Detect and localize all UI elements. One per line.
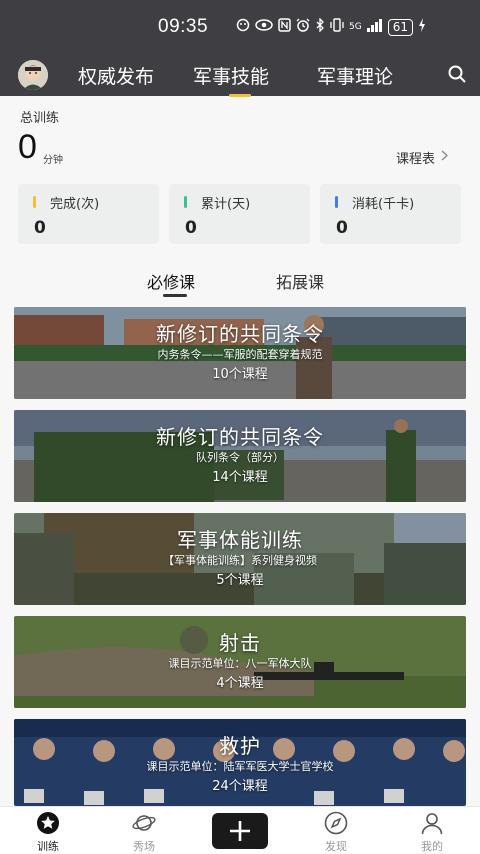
course-subtitle: 课目示范单位：陆军军医大学士官学校 [146, 760, 334, 773]
course-count: 10个课程 [212, 367, 268, 382]
schedule-link[interactable]: 课程表 [396, 148, 448, 167]
top-nav: 权威发布 军事技能 军事理论 [0, 56, 480, 97]
tab-authority-release[interactable]: 权威发布 [78, 62, 154, 89]
vibrate-icon [330, 18, 344, 36]
nav-label: 发现 [325, 840, 347, 853]
course-count: 14个课程 [212, 470, 268, 485]
course-title: 射击 [219, 631, 261, 655]
stat-accent-bar [33, 196, 36, 208]
course-card[interactable]: 射击 课目示范单位：八一军体大队 4个课程 [14, 616, 466, 708]
course-title: 新修订的共同条令 [156, 322, 324, 346]
tab-extended-courses[interactable]: 拓展课 [276, 269, 324, 293]
nav-label: 训练 [37, 840, 59, 853]
bluetooth-icon [315, 17, 325, 36]
battery-indicator: 61 [387, 18, 413, 36]
stat-accent-bar [184, 196, 187, 208]
add-button[interactable] [212, 813, 268, 849]
tab-military-theory[interactable]: 军事理论 [317, 62, 393, 89]
nav-discover[interactable]: 发现 [288, 807, 384, 854]
stat-label: 完成(次) [50, 197, 100, 212]
planet-icon [132, 811, 156, 835]
course-card[interactable]: 军事体能训练 【军事体能训练】系列健身视频 5个课程 [14, 513, 466, 605]
stat-value: 0 [336, 218, 348, 238]
course-card[interactable]: 救护 课目示范单位：陆军军医大学士官学校 24个课程 [14, 719, 466, 806]
wechat-icon [236, 18, 250, 36]
course-subtitle: 队列条令（部分） [196, 451, 284, 464]
course-card[interactable]: 新修订的共同条令 内务条令——军服的配套穿着规范 10个课程 [14, 307, 466, 399]
course-subtitle: 【军事体能训练】系列健身视频 [163, 554, 317, 567]
nav-me[interactable]: 我的 [384, 807, 480, 854]
stat-card-calories: 消耗(千卡) 0 [320, 184, 461, 244]
stat-value: 0 [185, 218, 197, 238]
person-icon [420, 811, 444, 835]
active-tab-indicator [163, 294, 187, 297]
stat-card-completed: 完成(次) 0 [18, 184, 159, 244]
schedule-link-label: 课程表 [396, 152, 436, 167]
course-title: 新修订的共同条令 [156, 425, 324, 449]
alarm-icon [296, 18, 310, 36]
stat-label: 累计(天) [201, 197, 251, 212]
star-circle-icon [36, 811, 60, 835]
avatar[interactable] [18, 60, 48, 90]
eye-icon [255, 19, 273, 35]
total-training-unit: 分钟 [43, 155, 63, 166]
stat-value: 0 [34, 218, 46, 238]
nav-label: 我的 [421, 840, 443, 853]
signal-5g-icon: 5G [349, 21, 362, 32]
nfc-icon [278, 18, 291, 36]
chevron-right-icon [441, 150, 448, 165]
course-count: 5个课程 [216, 573, 264, 588]
course-card[interactable]: 新修订的共同条令 队列条令（部分） 14个课程 [14, 410, 466, 502]
stat-card-cumulative-days: 累计(天) 0 [169, 184, 310, 244]
bottom-nav: 训练 秀场 发现 我的 [0, 806, 480, 854]
nav-training[interactable]: 训练 [0, 807, 96, 854]
clock: 09:35 [158, 16, 209, 37]
tab-required-courses[interactable]: 必修课 [147, 269, 195, 293]
total-training-value: 0 [18, 128, 37, 166]
stat-label: 消耗(千卡) [352, 197, 415, 212]
compass-icon [324, 811, 348, 835]
search-icon[interactable] [448, 65, 466, 83]
charging-icon [418, 18, 426, 36]
nav-label: 秀场 [133, 840, 155, 853]
course-title: 救护 [219, 734, 261, 758]
status-bar: 09:35 5G 61 [0, 0, 480, 56]
tab-military-skills[interactable]: 军事技能 [193, 62, 269, 97]
course-count: 24个课程 [212, 779, 268, 794]
signal-icon [366, 18, 383, 36]
plus-icon [228, 819, 252, 847]
total-training-label: 总训练 [20, 111, 60, 126]
course-subtitle: 内务条令——军服的配套穿着规范 [157, 348, 323, 361]
course-title: 军事体能训练 [177, 528, 303, 552]
stat-accent-bar [335, 196, 338, 208]
course-subtitle: 课目示范单位：八一军体大队 [168, 657, 312, 670]
nav-showcase[interactable]: 秀场 [96, 807, 192, 854]
course-count: 4个课程 [216, 676, 264, 691]
status-icons: 5G 61 [236, 17, 426, 36]
